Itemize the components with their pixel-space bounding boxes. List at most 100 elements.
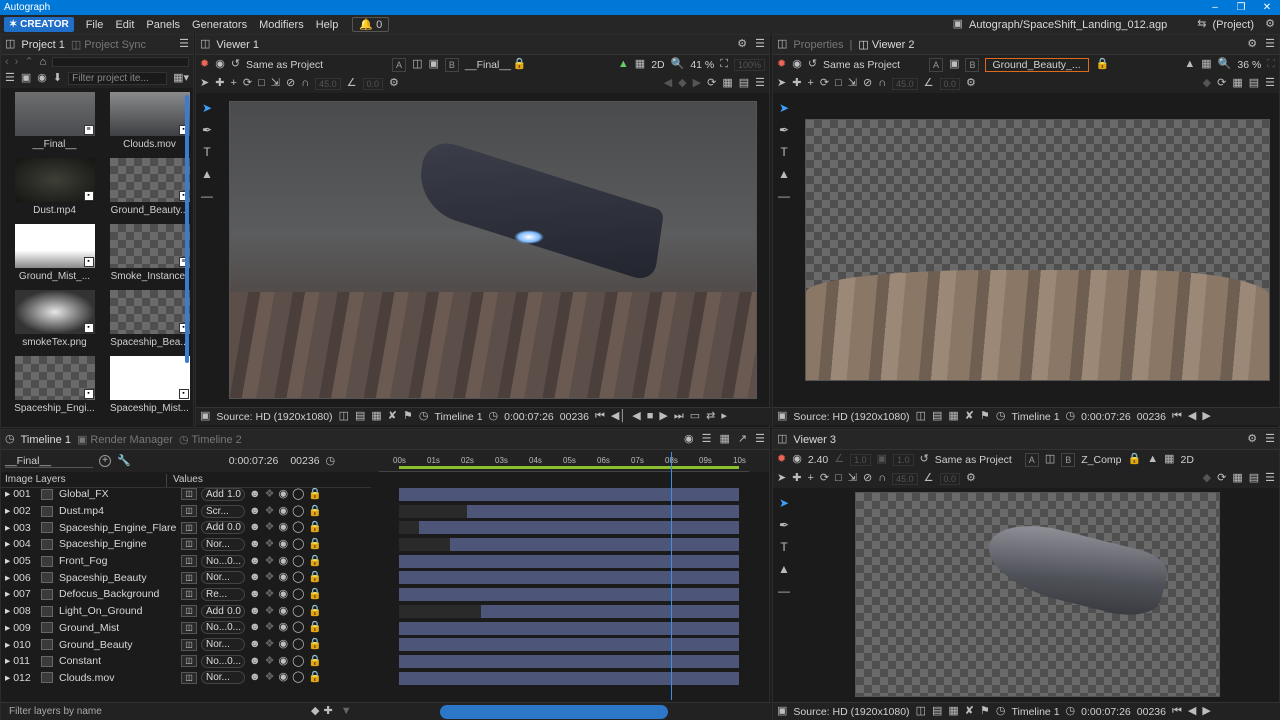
- layer-clip[interactable]: [399, 571, 739, 585]
- lock-icon[interactable]: 🔒: [308, 639, 322, 650]
- layer-row[interactable]: ▸ 002 Dust.mp4 ◫ Scr... ☻ ❖ ◉ ◯ 🔒: [1, 503, 371, 520]
- blend-mode-field[interactable]: No... 0...: [201, 621, 245, 635]
- viewer1-comp[interactable]: __Final__: [465, 59, 511, 71]
- viewer2-comp[interactable]: Ground_Beauty_...: [985, 57, 1090, 72]
- layer-type-icon[interactable]: ◫: [181, 605, 197, 618]
- viewer1-zoom-max[interactable]: 100%: [733, 58, 765, 71]
- lock-icon[interactable]: 🔒: [308, 505, 322, 517]
- snap-magnet-icon[interactable]: ∩: [878, 78, 886, 89]
- layer-name[interactable]: Light_On_Ground: [59, 605, 181, 617]
- project-item[interactable]: ▪ Ground_Mist_...: [11, 224, 98, 290]
- rotate-icon[interactable]: ⟳: [243, 78, 252, 89]
- play-reverse-icon[interactable]: ◀: [1188, 706, 1196, 717]
- layer-number[interactable]: ▸ 007: [1, 588, 41, 600]
- solo-person-icon[interactable]: ☻: [249, 522, 261, 533]
- zoom-icon[interactable]: 🔍: [671, 59, 685, 70]
- layer-row[interactable]: ▸ 004 Spaceship_Engine ◫ Nor... ☻ ❖ ◉ ◯ 🔒: [1, 536, 371, 553]
- eye-icon[interactable]: ◉: [278, 572, 288, 583]
- display-icon[interactable]: ▣: [777, 706, 787, 717]
- anchor-icon[interactable]: +: [230, 78, 236, 89]
- solo-person-icon[interactable]: ☻: [249, 572, 261, 583]
- layer-number[interactable]: ▸ 010: [1, 639, 41, 651]
- timeline-ruler[interactable]: 00s01s02s03s04s05s06s07s08s09s10s: [379, 452, 749, 472]
- transform-icon[interactable]: ▲: [1184, 59, 1195, 70]
- viewer3-frame[interactable]: 00236: [1137, 706, 1166, 718]
- up-arrow-icon[interactable]: ⌃: [24, 56, 33, 68]
- rotate-icon[interactable]: ⟳: [820, 473, 829, 484]
- circle-toggle-icon[interactable]: ◯: [292, 555, 304, 567]
- refresh-icon[interactable]: ⟳: [1217, 78, 1226, 89]
- snap-magnet-icon[interactable]: ∩: [878, 473, 886, 484]
- tab-project-1[interactable]: Project 1: [21, 39, 64, 51]
- resize-icon[interactable]: ⇲: [271, 78, 280, 89]
- blend-mode-field[interactable]: Add 0.0: [201, 604, 245, 618]
- layer-clip[interactable]: [399, 654, 739, 668]
- step-back-icon[interactable]: ◀│: [611, 411, 626, 422]
- viewer3-exposure[interactable]: 2.40: [808, 454, 828, 466]
- lock-icon[interactable]: 🔒: [308, 605, 322, 617]
- layer-name[interactable]: Ground_Mist: [59, 622, 181, 634]
- b-channel-button[interactable]: B: [444, 57, 459, 72]
- layer-number[interactable]: ▸ 005: [1, 555, 41, 567]
- layer-row[interactable]: ▸ 006 Spaceship_Beauty ◫ Nor... ☻ ❖ ◉ ◯ 🔒: [1, 569, 371, 586]
- region-icon[interactable]: ▤: [932, 706, 942, 717]
- play-icon[interactable]: ▶: [659, 411, 667, 422]
- solo-person-icon[interactable]: ☻: [249, 622, 261, 633]
- keyframe-diamond-icon[interactable]: ◆: [311, 706, 319, 717]
- eye-icon[interactable]: ◉: [278, 538, 288, 550]
- loop-icon[interactable]: ▭: [690, 411, 700, 422]
- effects-icon[interactable]: ❖: [265, 505, 275, 517]
- layer-row[interactable]: ▸ 012 Clouds.mov ◫ Nor... ☻ ❖ ◉ ◯ 🔒: [1, 670, 371, 687]
- layer-number[interactable]: ▸ 011: [1, 655, 41, 667]
- guides-icon[interactable]: ✘: [965, 706, 974, 717]
- effects-icon[interactable]: ❖: [265, 605, 275, 617]
- layer-row[interactable]: ▸ 007 Defocus_Background ◫ Re... ☻ ❖ ◉ ◯ 🔒: [1, 586, 371, 603]
- layer-number[interactable]: ▸ 012: [1, 672, 41, 684]
- blend-mode-field[interactable]: Re...: [201, 587, 245, 601]
- circle-toggle-icon[interactable]: ◯: [292, 488, 304, 500]
- more-tools-icon[interactable]: ☰: [1265, 78, 1275, 89]
- mask-icon[interactable]: ▤: [1249, 78, 1259, 89]
- eye-icon[interactable]: ◉: [278, 605, 288, 617]
- lock-icon[interactable]: 🔒: [308, 522, 322, 533]
- overlay-icon[interactable]: ◫: [1045, 454, 1055, 465]
- layer-number[interactable]: ▸ 009: [1, 622, 41, 634]
- scale-icon[interactable]: □: [835, 473, 842, 484]
- viewer2-colorspace[interactable]: Same as Project: [823, 59, 923, 71]
- pin-icon[interactable]: ⚑: [980, 411, 990, 422]
- layer-row[interactable]: ▸ 001 Global_FX ◫ Add 1.0 ☻ ❖ ◉ ◯ 🔒: [1, 486, 371, 503]
- lock-icon[interactable]: 🔒: [308, 672, 322, 683]
- timeline-timecode[interactable]: 0:00:07:26: [229, 455, 279, 467]
- layer-color-swatch[interactable]: [41, 588, 53, 600]
- display-icon[interactable]: ▣: [777, 411, 787, 422]
- mask-icon[interactable]: ▤: [739, 78, 749, 89]
- layer-number[interactable]: ▸ 004: [1, 538, 41, 550]
- project-item[interactable]: ▪ Clouds.mov: [106, 92, 193, 158]
- viewer3-source[interactable]: Source: HD (1920x1080): [793, 706, 909, 718]
- keyframe-prev-icon[interactable]: ◀: [664, 78, 672, 89]
- project-item[interactable]: ≡ __Final__: [11, 92, 98, 158]
- panel-split-icon[interactable]: ◫: [200, 39, 210, 50]
- viewer1-angle[interactable]: 45.0: [315, 77, 341, 90]
- a-channel-button[interactable]: A: [929, 57, 944, 72]
- layer-type-icon[interactable]: ◫: [181, 538, 197, 551]
- skip-start-icon[interactable]: ⏮: [1172, 411, 1182, 422]
- layer-filter-input[interactable]: Filter layers by name: [1, 706, 311, 717]
- project-item[interactable]: ▪ Dust.mp4: [11, 158, 98, 224]
- keyframe-icon[interactable]: ◆: [1203, 473, 1211, 484]
- effects-icon[interactable]: ❖: [265, 672, 275, 683]
- layer-row[interactable]: ▸ 008 Light_On_Ground ◫ Add 0.0 ☻ ❖ ◉ ◯ 🔒: [1, 603, 371, 620]
- color-wheel-icon[interactable]: ✹: [777, 59, 786, 70]
- layer-color-swatch[interactable]: [41, 505, 53, 517]
- home-icon[interactable]: ⌂: [40, 56, 47, 68]
- stamp-tool-icon[interactable]: ▲: [778, 562, 790, 576]
- blend-mode-field[interactable]: Nor...: [201, 537, 245, 551]
- layer-clip[interactable]: [399, 554, 739, 568]
- project-breadcrumb[interactable]: [52, 57, 189, 67]
- hamburger-menu-icon[interactable]: ☰: [1265, 434, 1275, 445]
- layer-name[interactable]: Clouds.mov: [59, 672, 181, 684]
- overlay-icon[interactable]: ▣: [949, 59, 959, 70]
- eye-icon[interactable]: ◉: [278, 655, 288, 667]
- viewer1-canvas[interactable]: [229, 101, 757, 399]
- import-icon[interactable]: ⬇: [53, 73, 62, 84]
